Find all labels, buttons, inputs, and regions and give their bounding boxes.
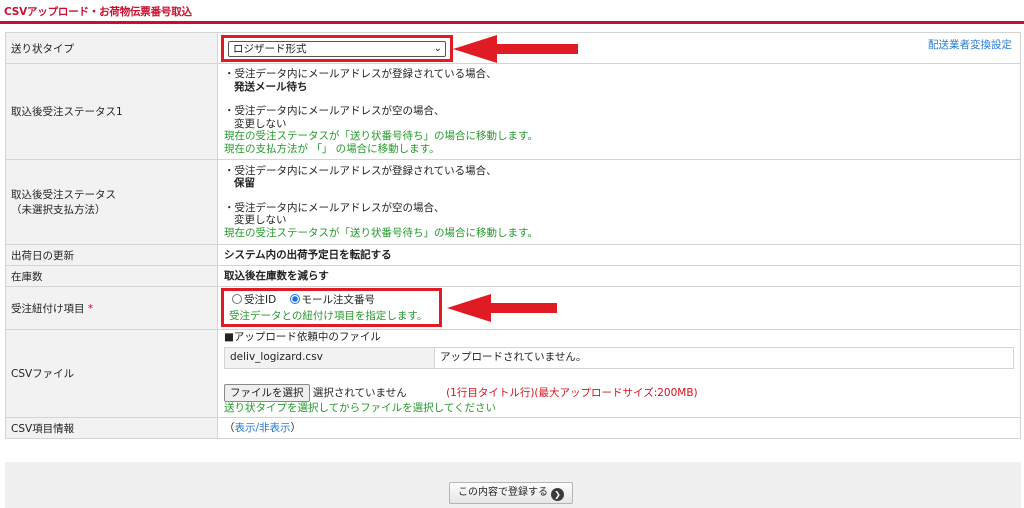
table-row: deliv_logizard.csv アップロードされていません。 — [224, 346, 1014, 369]
status2-cell: ・受注データ内にメールアドレスが登録されている場合、 保留 ・受注データ内にメー… — [217, 159, 1021, 245]
no-file-selected-text: 選択されていません — [312, 386, 407, 399]
close-paren: ） — [290, 421, 302, 434]
csv-info-toggle-link[interactable]: 表示/非表示 — [235, 422, 291, 434]
slip-type-select[interactable]: ロジザード形式 ⌄ — [228, 41, 446, 57]
submit-button-label: この内容で登録する — [458, 487, 548, 498]
status2-label-line2: （未選択支払方法） — [11, 204, 106, 216]
csv-file-label: CSVファイル — [5, 329, 218, 418]
link-item-hint: 受注データとの紐付け項目を指定します。 — [229, 310, 428, 322]
status2-note1: 現在の受注ステータスが「送り状番号待ち」の場合に移動します。 — [224, 226, 538, 239]
link-item-radio-group: 受注ID モール注文番号 — [232, 294, 375, 307]
csv-file-hint: 送り状タイプを選択してからファイルを選択してください — [224, 401, 497, 414]
status2-line1-value: 保留 — [234, 177, 255, 190]
status1-line2-value: 変更しない — [234, 117, 287, 130]
link-item-cell: 受注ID モール注文番号 受注データとの紐付け項目を指定します。 — [217, 286, 1021, 330]
csv-info-label: CSV項目情報 — [5, 417, 218, 439]
submit-button[interactable]: この内容で登録する ❯ — [449, 482, 573, 504]
required-mark: * — [87, 302, 94, 315]
title-divider — [0, 21, 1024, 24]
status2-line2: ・受注データ内にメールアドレスが空の場合、 — [224, 201, 445, 214]
chevron-down-icon: ⌄ — [433, 43, 442, 54]
circle-arrow-right-icon: ❯ — [551, 488, 564, 501]
slip-type-selected-value: ロジザード形式 — [233, 43, 307, 55]
upload-limit-note: (1行目タイトル行)(最大アップロードサイズ:200MB) — [446, 386, 698, 399]
csv-info-cell: （表示/非表示） — [217, 417, 1021, 439]
radio-order-id[interactable]: 受注ID — [232, 294, 276, 306]
link-item-label-text: 受注紐付け項目 — [11, 302, 85, 315]
status2-label: 取込後受注ステータス （未選択支払方法） — [5, 159, 218, 245]
status2-line1: ・受注データ内にメールアドレスが登録されている場合、 — [224, 164, 497, 177]
footer-bar: この内容で登録する ❯ — [5, 462, 1021, 508]
radio-mall-order-number[interactable]: モール注文番号 — [289, 294, 376, 306]
pending-files-heading: ■アップロード依頼中のファイル — [224, 331, 381, 343]
pending-files-table: deliv_logizard.csv アップロードされていません。 — [224, 346, 1014, 369]
csv-file-cell: ■アップロード依頼中のファイル deliv_logizard.csv アップロー… — [217, 329, 1021, 418]
choose-file-button[interactable]: ファイルを選択 — [224, 383, 310, 402]
ship-date-value: システム内の出荷予定日を転記する — [217, 244, 1021, 266]
file-picker-row: ファイルを選択 選択されていません (1行目タイトル行)(最大アップロードサイズ… — [224, 383, 1015, 402]
page-title: CSVアップロード・お荷物伝票番号取込 — [4, 6, 192, 18]
link-item-highlight-frame: 受注ID モール注文番号 受注データとの紐付け項目を指定します。 — [221, 288, 442, 327]
slip-type-label: 送り状タイプ — [5, 32, 218, 64]
red-arrow-left-icon — [447, 294, 557, 322]
stock-label: 在庫数 — [5, 265, 218, 287]
pending-file-status: アップロードされていません。 — [434, 346, 1014, 369]
csv-upload-form: 送り状タイプ ロジザード形式 ⌄ 配送業者変換設定 取込後受注ステータス1 ・受… — [5, 32, 1021, 439]
radio-order-id-label: 受注ID — [244, 294, 277, 306]
red-arrow-left-icon — [453, 35, 578, 63]
status2-label-line1: 取込後受注ステータス — [11, 189, 116, 201]
status1-line1-value: 発送メール待ち — [234, 80, 308, 93]
status1-label: 取込後受注ステータス1 — [5, 63, 218, 160]
status1-cell: ・受注データ内にメールアドレスが登録されている場合、 発送メール待ち ・受注デー… — [217, 63, 1021, 160]
link-item-label: 受注紐付け項目 * — [5, 286, 218, 330]
carrier-conversion-settings-link[interactable]: 配送業者変換設定 — [928, 39, 1012, 52]
slip-type-highlight-frame: ロジザード形式 ⌄ — [221, 35, 453, 62]
status1-note2: 現在の支払方法が 「」 の場合に移動します。 — [224, 142, 440, 155]
pending-file-name: deliv_logizard.csv — [224, 346, 435, 369]
status2-line2-value: 変更しない — [234, 214, 287, 227]
slip-type-cell: ロジザード形式 ⌄ 配送業者変換設定 — [217, 32, 1021, 64]
radio-mall-order-number-label: モール注文番号 — [301, 294, 376, 306]
open-paren: （ — [224, 421, 235, 434]
stock-value: 取込後在庫数を減らす — [217, 265, 1021, 287]
status1-line2: ・受注データ内にメールアドレスが空の場合、 — [224, 105, 445, 117]
status1-note1: 現在の受注ステータスが「送り状番号待ち」の場合に移動します。 — [224, 130, 538, 142]
ship-date-label: 出荷日の更新 — [5, 244, 218, 266]
status1-line1: ・受注データ内にメールアドレスが登録されている場合、 — [224, 68, 497, 80]
